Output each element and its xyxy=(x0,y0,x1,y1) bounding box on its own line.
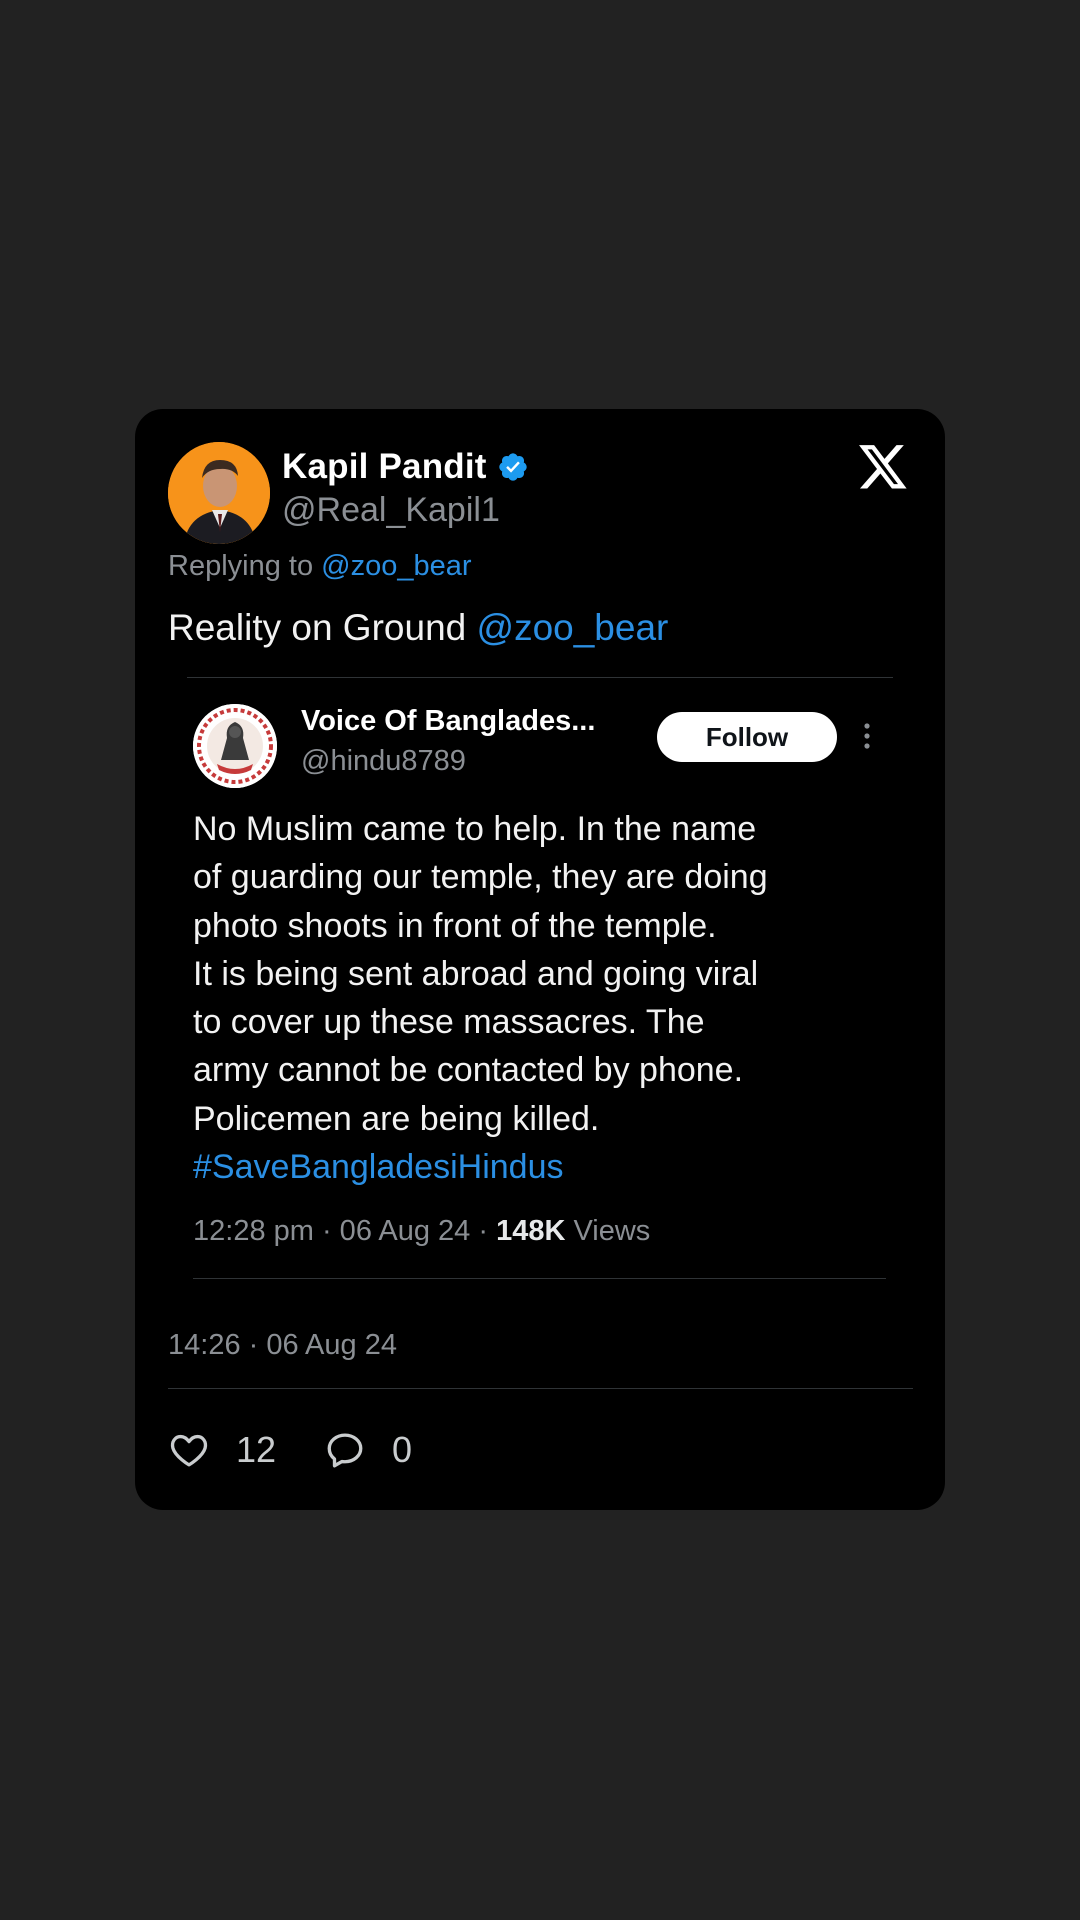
quoted-tweet-body: No Muslim came to help. In the name of g… xyxy=(193,805,883,1191)
quoted-avatar-emblem-image xyxy=(193,704,277,788)
quoted-body-line: photo shoots in front of the temple. xyxy=(193,906,717,945)
heart-icon xyxy=(170,1434,208,1467)
author-name-row: Kapil Pandit xyxy=(282,447,529,487)
more-options-icon[interactable] xyxy=(862,721,872,751)
tweet-mention-link[interactable]: @zoo_bear xyxy=(477,607,669,648)
like-count: 12 xyxy=(236,1429,277,1470)
quoted-tweet-meta: 12:28 pm · 06 Aug 24 · 148K Views xyxy=(193,1215,650,1248)
quoted-body-line: Policemen are being killed. xyxy=(193,1099,600,1138)
author-handle[interactable]: @Real_Kapil1 xyxy=(282,491,500,530)
quote-bottom-divider xyxy=(193,1278,886,1279)
replying-to-line: Replying to @zoo_bear xyxy=(168,550,472,583)
quoted-views-label: Views xyxy=(565,1215,651,1247)
tweet-card: Kapil Pandit @Real_Kapil1 Replying to @z… xyxy=(135,409,945,1510)
hashtag-link[interactable]: #SaveBangladesiHindus xyxy=(193,1143,883,1191)
tweet-text-main: Reality on Ground xyxy=(168,607,467,648)
reply-bubble-icon xyxy=(327,1433,363,1468)
tweet-text: Reality on Ground @zoo_bear xyxy=(168,607,668,649)
like-action[interactable]: 12 xyxy=(168,1429,276,1471)
verified-badge-icon xyxy=(497,451,529,483)
quoted-author-handle[interactable]: @hindu8789 xyxy=(301,745,466,778)
tweet-actions: 12 0 xyxy=(168,1429,460,1471)
replying-to-prefix: Replying to xyxy=(168,550,314,582)
quoted-author-name[interactable]: Voice Of Banglades... xyxy=(301,705,595,738)
quoted-views-count: 148K xyxy=(496,1215,566,1247)
quoted-body-line: No Muslim came to help. In the name xyxy=(193,810,757,848)
tweet-timestamp: 14:26 · 06 Aug 24 xyxy=(168,1329,397,1361)
actions-divider xyxy=(168,1388,913,1389)
quoted-body-line: of guarding our temple, they are doing xyxy=(193,858,768,897)
quote-top-divider xyxy=(187,677,893,678)
quoted-tweet-time: 12:28 pm · 06 Aug 24 · xyxy=(193,1215,497,1247)
quoted-body-line: army cannot be contacted by phone. xyxy=(193,1051,744,1090)
quoted-author-avatar[interactable] xyxy=(193,704,277,788)
reply-action[interactable]: 0 xyxy=(324,1429,412,1471)
follow-button[interactable]: Follow xyxy=(657,712,837,762)
avatar-portrait-image xyxy=(168,442,270,544)
x-logo-icon[interactable] xyxy=(857,445,909,493)
reply-count: 0 xyxy=(392,1429,413,1470)
author-avatar[interactable] xyxy=(168,442,270,544)
quoted-body-line: It is being sent abroad and going viral xyxy=(193,954,759,993)
author-name[interactable]: Kapil Pandit xyxy=(282,447,487,487)
quoted-body-line: to cover up these massacres. The xyxy=(193,1003,705,1042)
replying-to-handle-link[interactable]: @zoo_bear xyxy=(321,550,471,582)
